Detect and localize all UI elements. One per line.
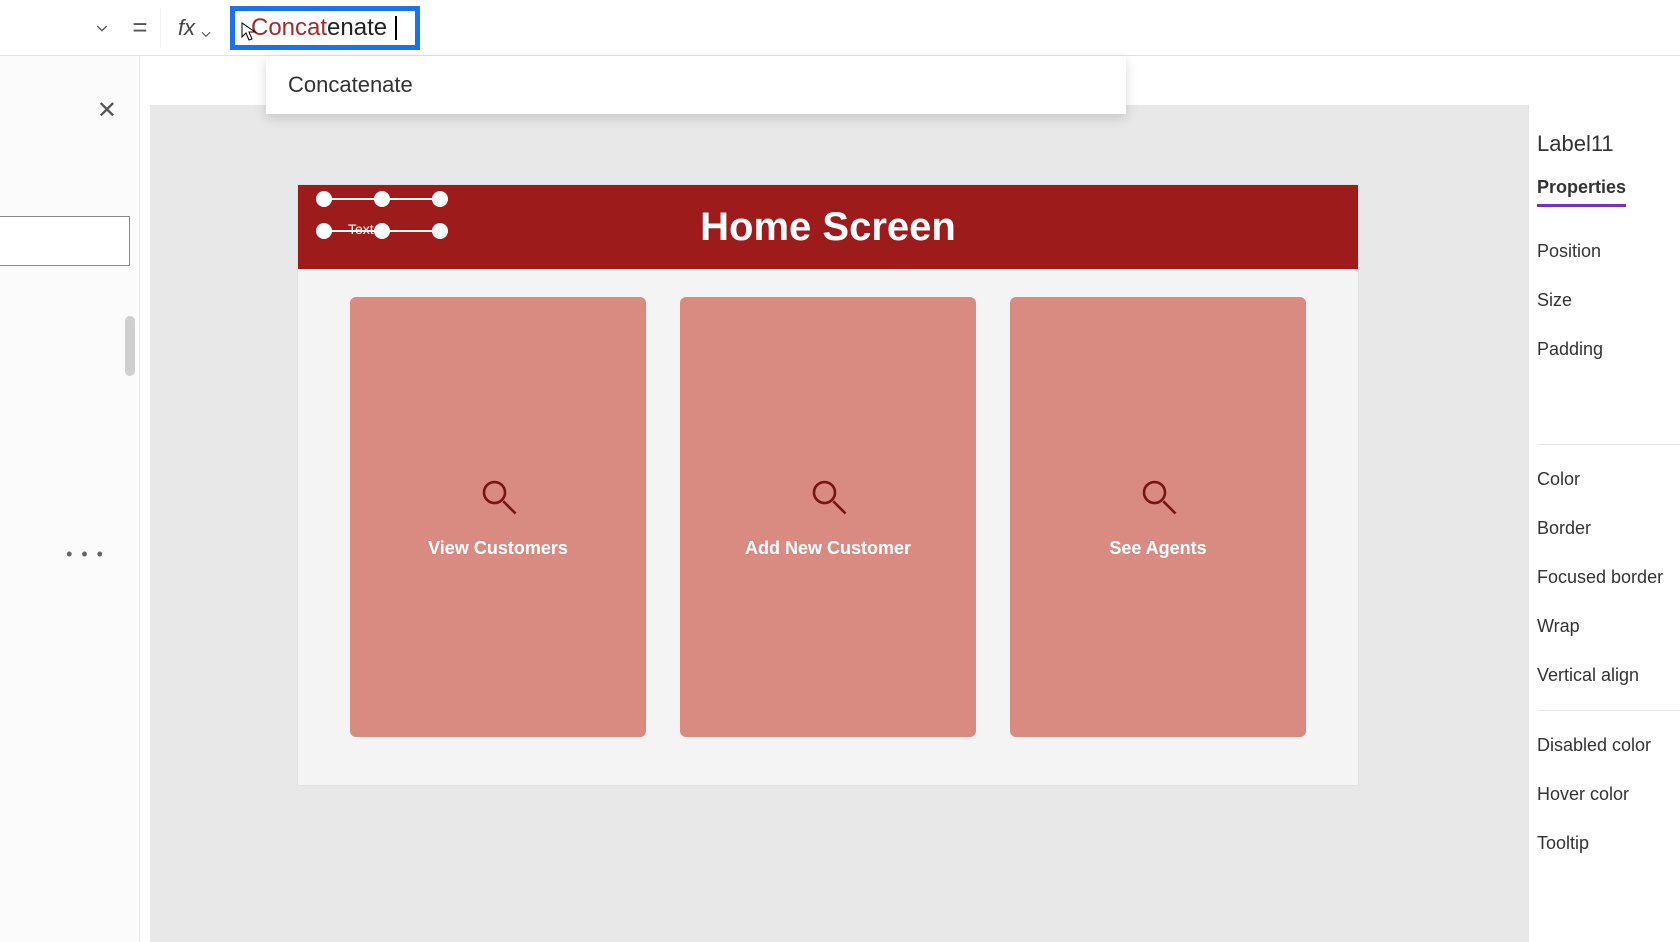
formula-text-matched: Concat [251,14,327,42]
prop-border[interactable]: Border [1537,504,1680,553]
prop-disabled-color[interactable]: Disabled color [1537,721,1680,770]
prop-color[interactable]: Color [1537,455,1680,504]
fx-label: fx [178,15,195,41]
label-placeholder-text: Text [348,221,374,237]
text-cursor [395,16,397,40]
card-label: View Customers [428,538,568,559]
search-icon [477,475,519,522]
formula-suggestion-popup[interactable]: Concatenate [266,56,1126,114]
search-icon [807,475,849,522]
prop-vertical-align[interactable]: Vertical align [1537,651,1680,700]
selection-line [324,230,440,232]
prop-focused-border[interactable]: Focused border [1537,553,1680,602]
selected-control-name: Label11 [1537,131,1680,157]
card-view-customers[interactable]: View Customers [350,297,646,737]
scrollbar[interactable] [125,316,135,376]
search-icon [1137,475,1179,522]
card-add-customer[interactable]: Add New Customer [680,297,976,737]
search-input[interactable] [0,216,130,266]
prop-size[interactable]: Size [1537,276,1680,325]
more-options-button[interactable]: • • • [66,544,105,565]
cursor-icon [241,21,257,41]
card-label: Add New Customer [745,538,911,559]
prop-wrap[interactable]: Wrap [1537,602,1680,651]
card-label: See Agents [1109,538,1206,559]
prop-tooltip[interactable]: Tooltip [1537,819,1680,868]
prop-position[interactable]: Position [1537,227,1680,276]
close-panel-button[interactable]: ✕ [97,96,117,125]
property-dropdown[interactable] [0,7,120,49]
tab-properties[interactable]: Properties [1537,177,1626,207]
canvas-area: Text Home Screen View Customers Add New … [150,105,1528,942]
formula-bar: = fx Concatenate [0,0,1680,56]
cards-row: View Customers Add New Customer See Agen… [298,269,1358,737]
suggestion-item[interactable]: Concatenate [288,72,413,97]
header-title: Home Screen [700,205,956,250]
tree-view-panel: ✕ • • • [0,56,140,942]
equals-label: = [120,12,160,43]
chevron-down-icon [94,20,110,36]
card-see-agents[interactable]: See Agents [1010,297,1306,737]
chevron-down-icon [199,21,213,35]
selection-line [324,198,440,200]
formula-input[interactable]: Concatenate [230,6,420,50]
divider [1537,710,1680,711]
selected-label-control[interactable]: Text [316,191,448,263]
prop-padding[interactable]: Padding [1537,325,1680,374]
properties-panel: Label11 Properties Position Size Padding… [1528,105,1680,942]
fx-button[interactable]: fx [160,8,230,48]
app-header-bar: Text Home Screen [298,185,1358,269]
divider [1537,444,1680,445]
app-screen[interactable]: Text Home Screen View Customers Add New … [298,185,1358,785]
formula-text-rest: enate [327,14,387,42]
prop-hover-color[interactable]: Hover color [1537,770,1680,819]
